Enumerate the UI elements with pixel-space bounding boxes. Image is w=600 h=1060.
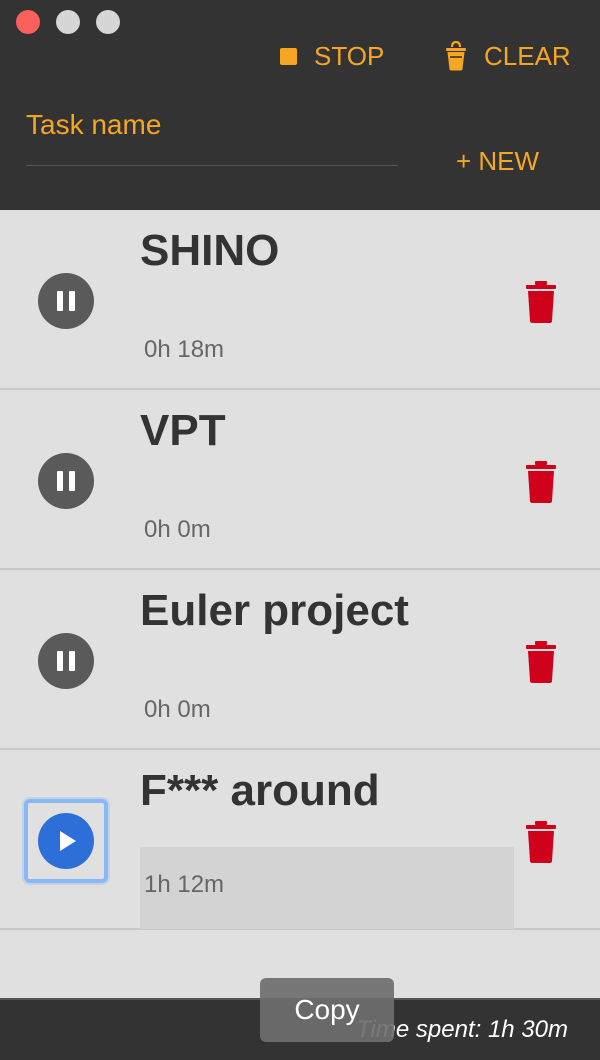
pause-icon (57, 651, 75, 671)
pause-button[interactable] (38, 273, 94, 329)
task-row: SHINO 0h 18m (0, 210, 600, 390)
task-list: SHINO 0h 18m VPT 0h 0m Euler project 0h … (0, 210, 600, 930)
trash-icon[interactable] (524, 281, 558, 323)
clear-label: CLEAR (484, 40, 571, 71)
clear-button[interactable]: CLEAR (444, 38, 571, 74)
trash-icon[interactable] (524, 461, 558, 503)
pause-icon (57, 291, 75, 311)
trash-icon[interactable] (524, 641, 558, 683)
new-task-button[interactable]: + NEW (456, 146, 539, 177)
header-bar: STOP CLEAR + NEW (0, 0, 600, 210)
task-time: 0h 0m (144, 696, 211, 723)
task-time: 0h 0m (144, 516, 211, 543)
app-window: STOP CLEAR + NEW SHINO 0h 18m (0, 0, 600, 1060)
task-time: 1h 12m (140, 847, 514, 929)
pause-icon (57, 471, 75, 491)
task-time: 0h 18m (144, 336, 225, 363)
trash-icon[interactable] (524, 821, 558, 863)
play-icon (60, 831, 76, 851)
task-row: F*** around 1h 12m (0, 750, 600, 930)
task-name: F*** around (140, 766, 380, 815)
window-close-button[interactable] (16, 10, 40, 34)
copy-button[interactable]: Copy (260, 978, 394, 1042)
task-row: VPT 0h 0m (0, 390, 600, 570)
task-row: Euler project 0h 0m (0, 570, 600, 750)
play-button[interactable] (38, 813, 94, 869)
task-name: VPT (140, 406, 226, 455)
window-maximize-button[interactable] (96, 10, 120, 34)
stop-square-icon (280, 47, 297, 65)
task-name: Euler project (140, 586, 409, 635)
bucket-icon (446, 41, 466, 71)
task-name-input[interactable] (26, 98, 398, 166)
window-minimize-button[interactable] (56, 10, 80, 34)
pause-button[interactable] (38, 453, 94, 509)
stop-button[interactable]: STOP (280, 38, 384, 74)
pause-button[interactable] (38, 633, 94, 689)
task-name: SHINO (140, 226, 280, 275)
stop-label: STOP (314, 40, 385, 71)
